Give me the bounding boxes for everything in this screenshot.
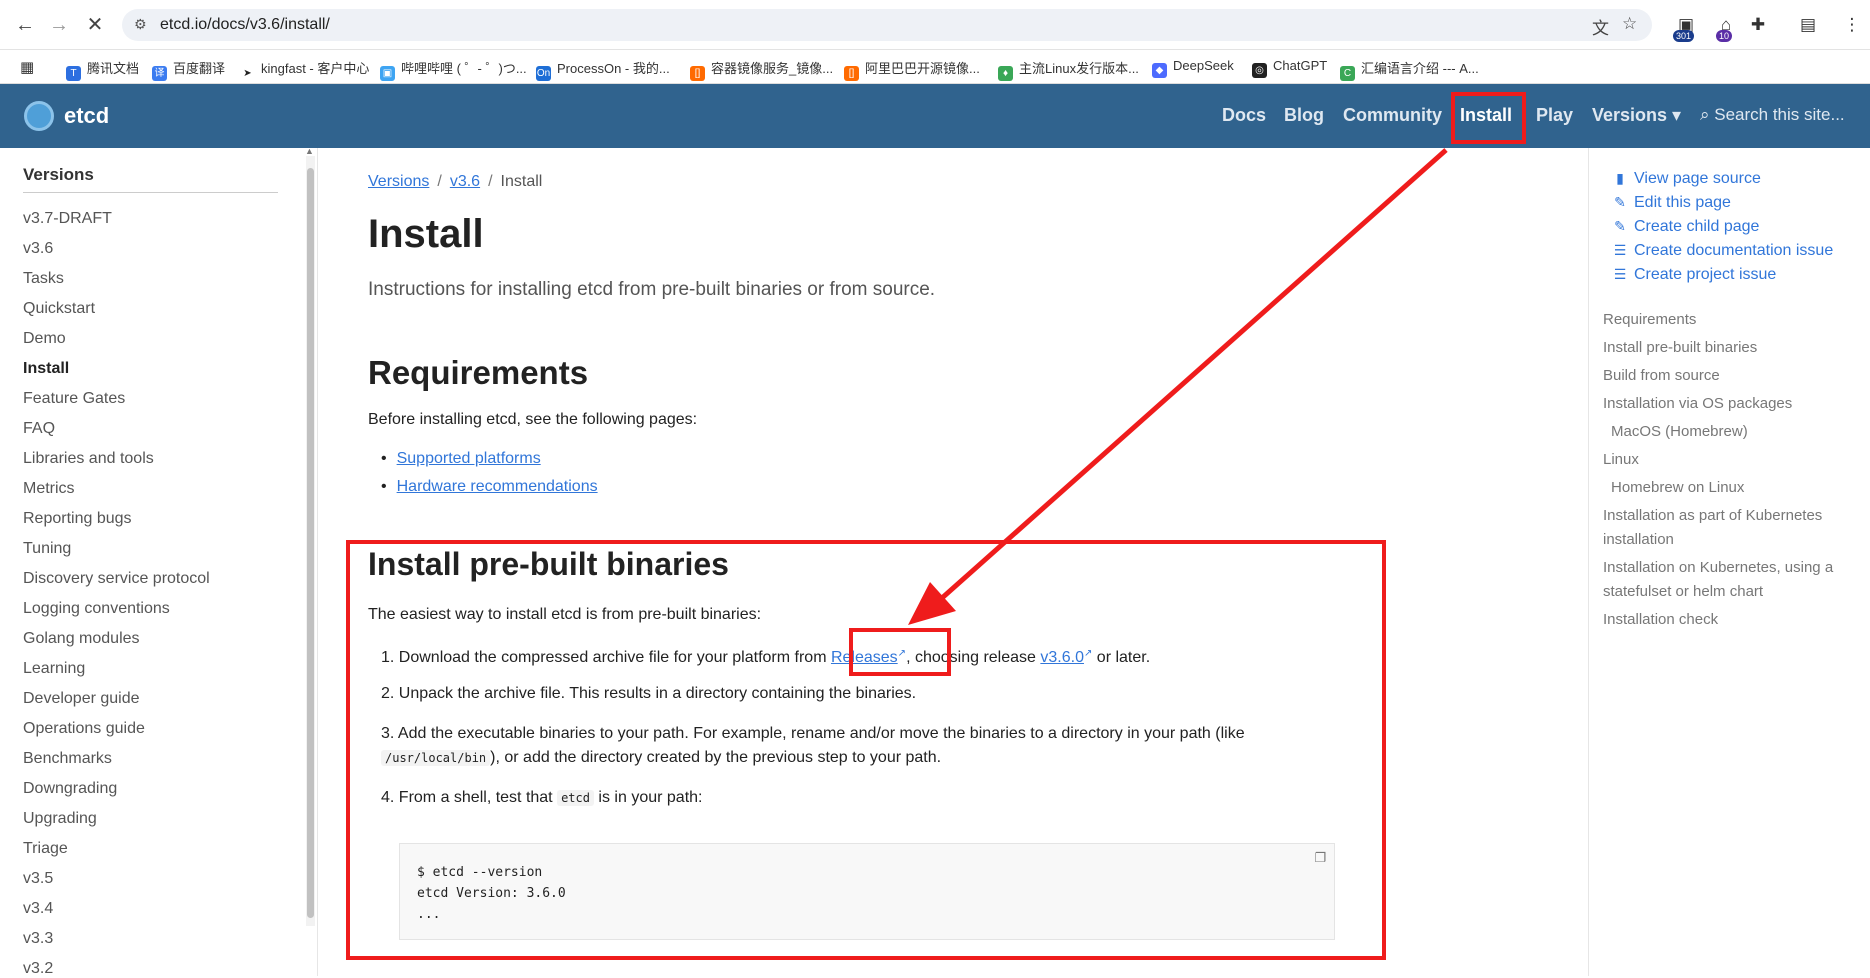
annotation-arrow-shaft (940, 148, 1448, 600)
annotation-arrow-head (908, 582, 956, 625)
annotation-arrow (908, 148, 1448, 625)
